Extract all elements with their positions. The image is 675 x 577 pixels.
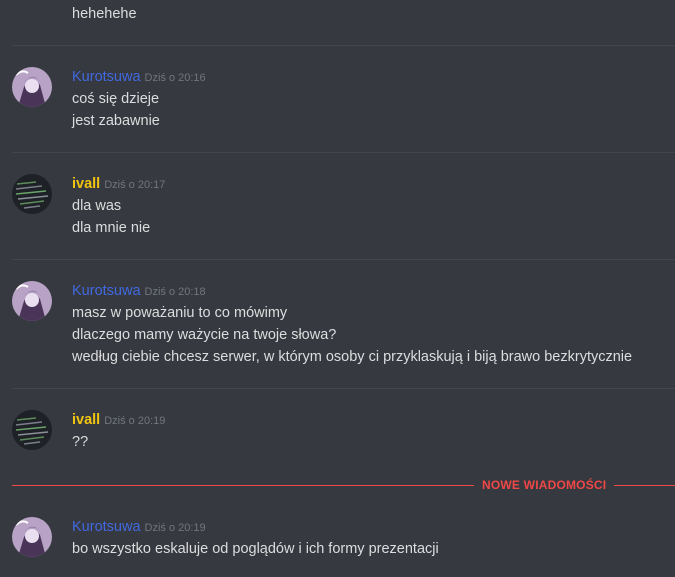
avatar-image bbox=[12, 281, 52, 321]
message-line: ?? bbox=[72, 434, 89, 450]
divider bbox=[12, 45, 675, 46]
message-line: masz w poważaniu to co mówimy bbox=[72, 305, 288, 321]
new-messages-label: NOWE WIADOMOŚCI bbox=[474, 478, 615, 492]
message-header: Kurotsuwa Dziś o 20:19 bbox=[72, 517, 206, 537]
message-line: coś się dzieje bbox=[72, 91, 160, 107]
message-body: coś się dzieje jest zabawnie bbox=[72, 88, 160, 132]
message-header: Kurotsuwa Dziś o 20:16 bbox=[72, 67, 206, 87]
avatar[interactable] bbox=[12, 281, 52, 321]
timestamp: Dziś o 20:17 bbox=[104, 179, 166, 191]
author-name[interactable]: Kurotsuwa bbox=[72, 69, 141, 85]
avatar-image bbox=[12, 517, 52, 557]
message-header: ivall Dziś o 20:17 bbox=[72, 174, 165, 194]
message-body: dla was dla mnie nie bbox=[72, 195, 150, 239]
timestamp: Dziś o 20:19 bbox=[104, 415, 166, 427]
divider bbox=[12, 388, 675, 389]
timestamp: Dziś o 20:19 bbox=[144, 522, 206, 534]
divider bbox=[12, 259, 675, 260]
avatar[interactable] bbox=[12, 67, 52, 107]
message-line: według ciebie chcesz serwer, w którym os… bbox=[72, 349, 633, 365]
message-header: ivall Dziś o 20:19 bbox=[72, 410, 165, 430]
timestamp: Dziś o 20:18 bbox=[144, 286, 206, 298]
avatar-image bbox=[12, 67, 52, 107]
timestamp: Dziś o 20:16 bbox=[144, 72, 206, 84]
avatar-image bbox=[12, 410, 52, 450]
message-line: dlaczego mamy ważycie na twoje słowa? bbox=[72, 327, 337, 343]
message-line: jest zabawnie bbox=[72, 113, 160, 129]
message-body: ?? bbox=[72, 431, 88, 453]
message-header: Kurotsuwa Dziś o 20:18 bbox=[72, 281, 206, 301]
message-text: hehehehe bbox=[72, 6, 137, 22]
avatar[interactable] bbox=[12, 174, 52, 214]
author-name[interactable]: ivall bbox=[72, 176, 100, 192]
message-line: dla mnie nie bbox=[72, 220, 151, 236]
author-name[interactable]: Kurotsuwa bbox=[72, 283, 141, 299]
author-name[interactable]: Kurotsuwa bbox=[72, 519, 141, 535]
divider bbox=[12, 152, 675, 153]
message-line: dla was bbox=[72, 198, 122, 214]
avatar[interactable] bbox=[12, 517, 52, 557]
message-line: bo wszystko eskaluje od poglądów i ich f… bbox=[72, 541, 439, 557]
message-body: masz w poważaniu to co mówimy dlaczego m… bbox=[72, 302, 632, 368]
message-body: bo wszystko eskaluje od poglądów i ich f… bbox=[72, 538, 439, 560]
avatar-image bbox=[12, 174, 52, 214]
author-name[interactable]: ivall bbox=[72, 412, 100, 428]
avatar[interactable] bbox=[12, 410, 52, 450]
